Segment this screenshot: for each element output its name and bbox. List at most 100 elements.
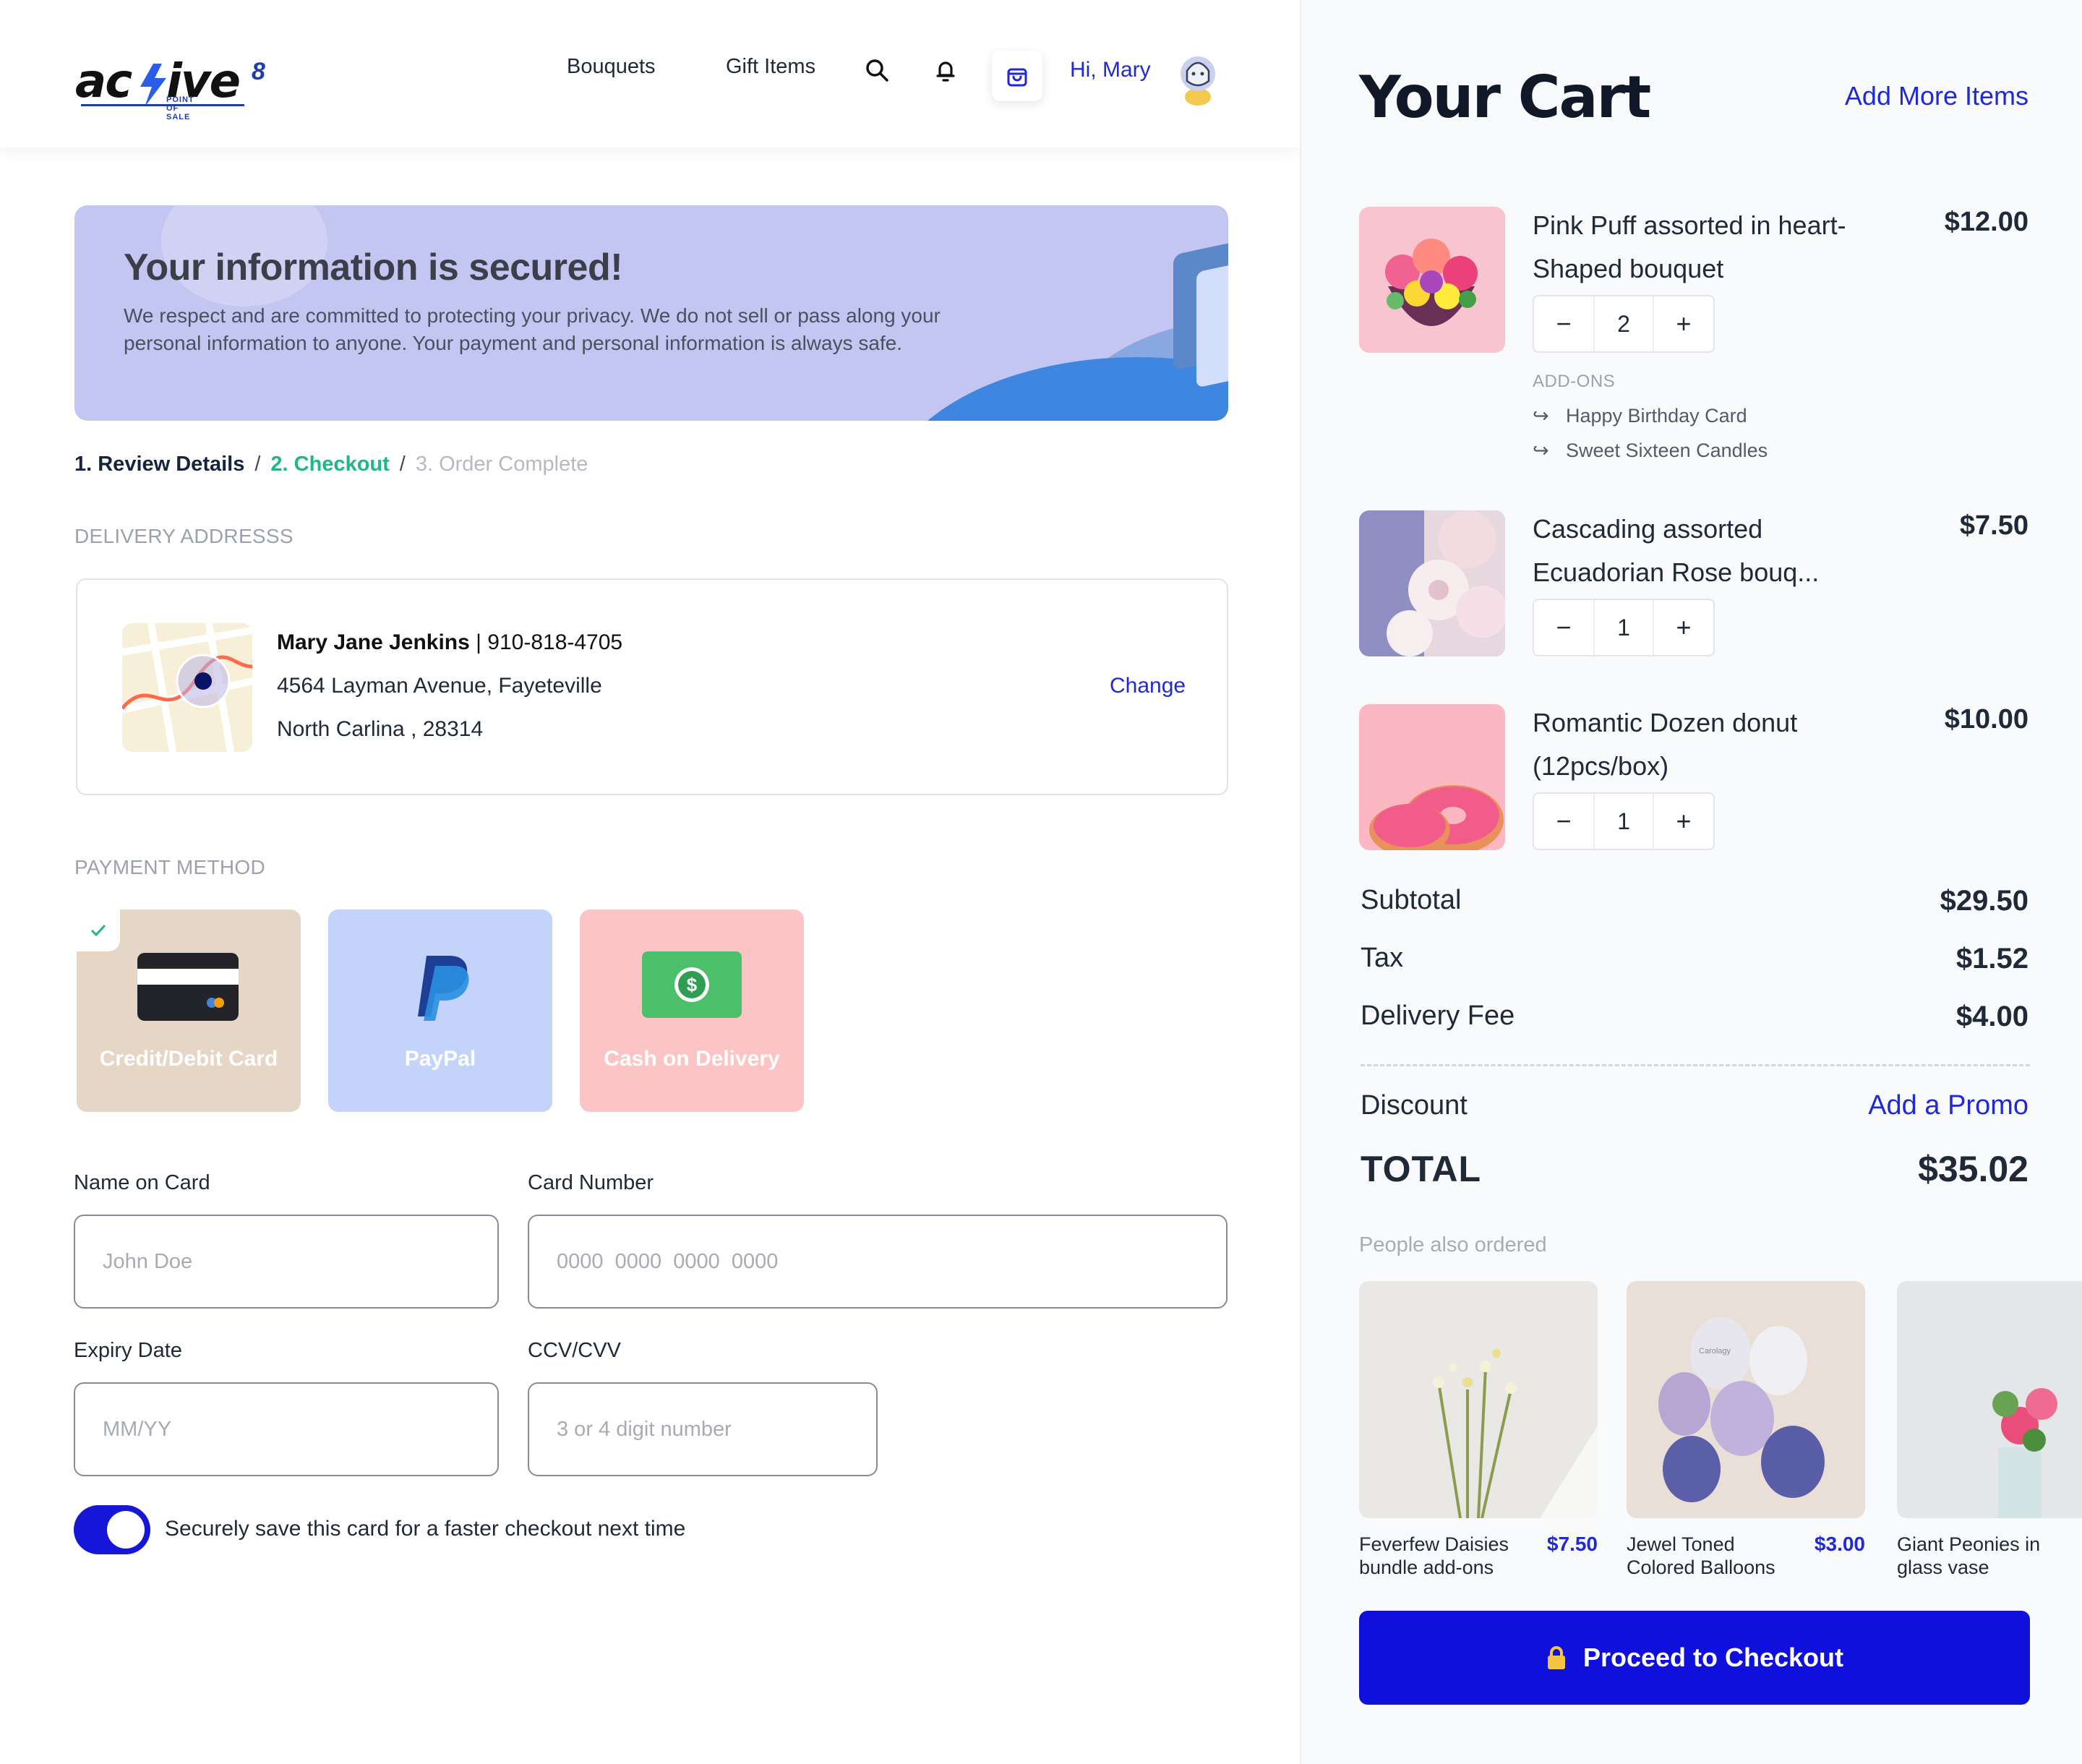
quantity-stepper: − 1 + xyxy=(1533,792,1715,850)
tax-value: $1.52 xyxy=(1955,943,2029,975)
product-image xyxy=(1359,704,1505,850)
step-review-details[interactable]: 1. Review Details xyxy=(74,453,244,476)
add-promo-link[interactable]: Add a Promo xyxy=(1868,1090,2029,1121)
people-also-ordered-heading: People also ordered xyxy=(1359,1233,1547,1256)
product-image: Carolagy xyxy=(1627,1281,1865,1518)
total-value: $35.02 xyxy=(1918,1149,2029,1189)
payment-method-heading: PAYMENT METHOD xyxy=(74,856,265,878)
save-card-toggle[interactable] xyxy=(74,1505,150,1554)
recommended-product-name: Feverfew Daisies bundle add-ons xyxy=(1359,1533,1509,1578)
recipient-name-phone: Mary Jane Jenkins | 910-818-4705 xyxy=(277,630,622,655)
nav-gift-items[interactable]: Gift Items xyxy=(726,55,815,79)
summary-divider xyxy=(1361,1064,2030,1066)
address-card: Mary Jane Jenkins | 910-818-4705 4564 La… xyxy=(76,578,1228,795)
checkout-pane: ac ive 8 POINT OF SALE Bouquets Gift Ite… xyxy=(0,0,1300,1764)
breadcrumb-separator: / xyxy=(399,453,406,476)
cart-item-price: $12.00 xyxy=(1944,207,2029,237)
total-label: TOTAL xyxy=(1361,1149,1482,1189)
expiry-date-label: Expiry Date xyxy=(74,1339,182,1362)
address-line-1: 4564 Layman Avenue, Fayeteville xyxy=(277,674,602,698)
proceed-to-checkout-button[interactable]: Proceed to Checkout xyxy=(1359,1611,2030,1705)
payment-option-paypal[interactable]: PayPal xyxy=(328,909,552,1112)
security-banner: Your information is secured! We respect … xyxy=(74,205,1228,421)
recommended-product[interactable]: Giant Peonies in glass vase xyxy=(1897,1281,2082,1578)
map-pin-icon xyxy=(122,623,252,752)
product-image xyxy=(1359,1281,1598,1519)
tax-label: Tax xyxy=(1361,943,1404,973)
banner-decoration xyxy=(1196,260,1228,388)
quantity-value[interactable]: 2 xyxy=(1593,296,1654,351)
expiry-date-input[interactable] xyxy=(74,1382,499,1476)
addon-arrow-icon: ↪ xyxy=(1533,405,1549,427)
change-address-link[interactable]: Change xyxy=(1110,674,1186,698)
recommended-product-price: $3.00 xyxy=(1814,1533,1865,1555)
increase-quantity-button[interactable]: + xyxy=(1654,296,1713,351)
step-order-complete: 3. Order Complete xyxy=(415,453,588,476)
decrease-quantity-button[interactable]: − xyxy=(1534,794,1593,849)
decrease-quantity-button[interactable]: − xyxy=(1534,296,1593,351)
cart-button[interactable] xyxy=(992,51,1042,101)
quantity-value[interactable]: 1 xyxy=(1593,794,1654,849)
breadcrumb-separator: / xyxy=(254,453,261,476)
cart-item-price: $10.00 xyxy=(1944,704,2029,735)
add-more-items-link[interactable]: Add More Items xyxy=(1845,81,2029,111)
banner-text: We respect and are committed to protecti… xyxy=(124,304,941,354)
top-navbar: ac ive 8 POINT OF SALE Bouquets Gift Ite… xyxy=(0,0,1300,147)
delivery-address-heading: DELIVERY ADDRESSS xyxy=(74,525,294,547)
cash-icon: $ xyxy=(642,951,742,1018)
logo-superscript: 8 xyxy=(252,58,265,85)
payment-option-label: PayPal xyxy=(404,1047,476,1071)
recommended-product-name: Giant Peonies in glass vase xyxy=(1897,1533,2041,1578)
addon-label: Sweet Sixteen Candles xyxy=(1566,440,1768,461)
step-checkout[interactable]: 2. Checkout xyxy=(270,453,389,476)
save-card-label: Securely save this card for a faster che… xyxy=(165,1517,686,1541)
cart-item-price: $7.50 xyxy=(1959,510,2029,541)
cvv-input[interactable] xyxy=(528,1382,878,1476)
quantity-stepper: − 2 + xyxy=(1533,295,1715,353)
search-icon[interactable] xyxy=(863,56,892,85)
credit-card-icon xyxy=(137,953,239,1021)
payment-option-card[interactable]: Credit/Debit Card xyxy=(77,909,301,1112)
name-on-card-label: Name on Card xyxy=(74,1171,210,1194)
addon-item: ↪ Sweet Sixteen Candles xyxy=(1533,440,1768,462)
cart-item-name: Cascading assorted Ecuadorian Rose bouq.… xyxy=(1533,514,1820,587)
cart-item-name: Romantic Dozen donut (12pcs/box) xyxy=(1533,708,1798,781)
recommended-product-price: $7.50 xyxy=(1546,1533,1598,1555)
user-avatar[interactable] xyxy=(1175,49,1220,107)
proceed-to-checkout-label: Proceed to Checkout xyxy=(1582,1643,1844,1672)
subtotal-value: $29.50 xyxy=(1940,885,2029,917)
card-number-input[interactable] xyxy=(528,1215,1228,1309)
breadcrumb: 1. Review Details / 2. Checkout / 3. Order C… xyxy=(74,453,588,476)
delivery-fee-label: Delivery Fee xyxy=(1361,1001,1515,1031)
user-greeting[interactable]: Hi, Mary xyxy=(1070,58,1151,82)
recommended-product[interactable]: Feverfew Daisies bundle add-ons $7.50 xyxy=(1359,1281,1598,1578)
quantity-value[interactable]: 1 xyxy=(1593,600,1654,655)
payment-option-label: Credit/Debit Card xyxy=(99,1047,278,1071)
product-image xyxy=(1897,1281,2082,1518)
balloon-print: Carolagy xyxy=(1699,1347,1731,1356)
paypal-icon xyxy=(418,956,469,1021)
bell-icon[interactable] xyxy=(931,56,960,85)
payment-option-cash[interactable]: $ Cash on Delivery xyxy=(580,909,804,1112)
shopping-bag-icon xyxy=(1007,68,1027,87)
increase-quantity-button[interactable]: + xyxy=(1654,794,1713,849)
check-icon xyxy=(77,909,120,951)
addon-label: Happy Birthday Card xyxy=(1566,405,1747,427)
increase-quantity-button[interactable]: + xyxy=(1654,600,1713,655)
cart-item-name: Pink Puff assorted in heart-Shaped bouqu… xyxy=(1533,210,1846,283)
addons-heading: ADD-ONS xyxy=(1533,372,1616,391)
toggle-knob xyxy=(107,1511,145,1549)
name-on-card-input[interactable] xyxy=(74,1215,499,1309)
address-line-2: North Carlina , 28314 xyxy=(277,717,484,741)
recipient-name: Mary Jane Jenkins xyxy=(277,630,470,654)
lock-icon xyxy=(1547,1646,1565,1669)
nav-bouquets[interactable]: Bouquets xyxy=(567,55,656,79)
banner-title: Your information is secured! xyxy=(124,247,623,288)
product-image xyxy=(1359,207,1505,353)
payment-option-label: Cash on Delivery xyxy=(604,1047,780,1071)
decrease-quantity-button[interactable]: − xyxy=(1534,600,1593,655)
logo-tagline: POINT OF SALE xyxy=(166,95,194,121)
recommended-product[interactable]: Carolagy Jewel Toned Colored Balloons $3… xyxy=(1627,1281,1865,1578)
cart-title: Your Cart xyxy=(1359,64,1651,131)
card-number-label: Card Number xyxy=(528,1171,654,1194)
